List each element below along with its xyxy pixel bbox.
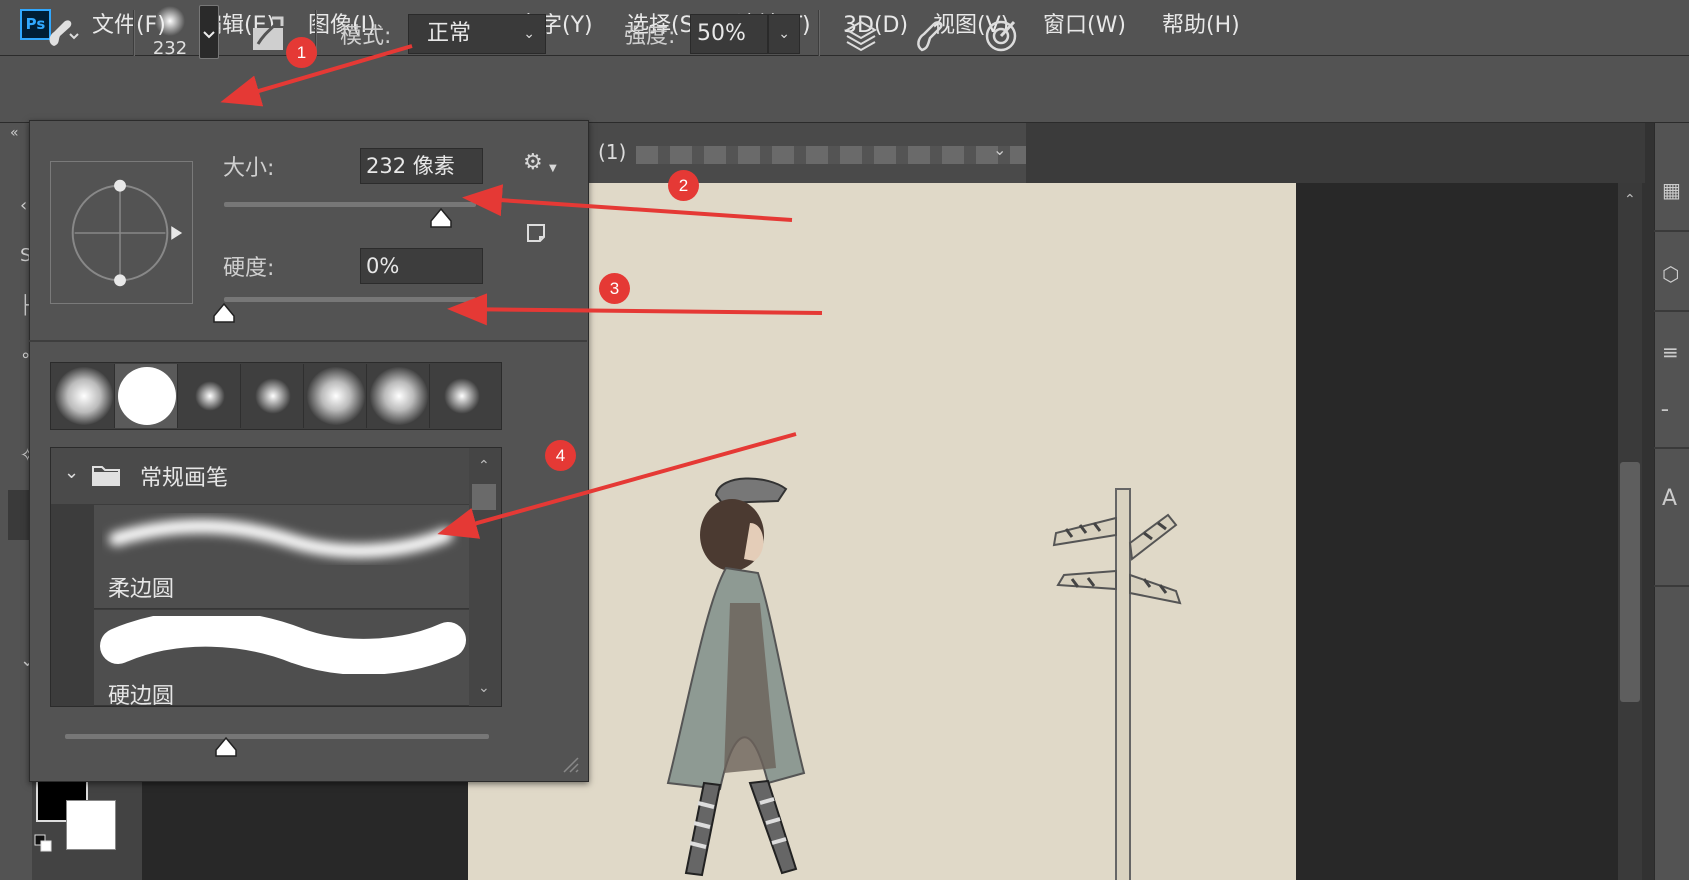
strength-label: 强度: xyxy=(624,24,676,49)
options-bar xyxy=(0,56,1689,123)
scroll-up-icon[interactable]: ⌃ xyxy=(1624,192,1636,208)
separator xyxy=(133,10,135,56)
annotation-badge-3: 3 xyxy=(599,273,630,304)
brush-folder-name: 常规画笔 xyxy=(140,466,229,491)
preview-size-slider-thumb[interactable] xyxy=(214,736,238,758)
chevron-down-icon[interactable]: ⌄ xyxy=(64,462,79,483)
resize-grip-icon[interactable] xyxy=(558,752,580,774)
hardness-slider-thumb[interactable] xyxy=(212,302,236,324)
recent-brush-7[interactable] xyxy=(430,364,493,428)
hardness-slider-track[interactable] xyxy=(224,297,476,302)
mode-label: 模式: xyxy=(340,24,392,49)
separator xyxy=(1654,310,1689,312)
background-color-swatch[interactable] xyxy=(66,800,116,850)
walking-girl-illustration xyxy=(666,477,806,877)
scrollbar-thumb[interactable] xyxy=(472,484,496,510)
brush-settings-panel-icon[interactable]: ╴ xyxy=(1662,398,1674,422)
tool-move-icon[interactable]: ‹ xyxy=(20,195,27,216)
scroll-down-icon[interactable]: ⌄ xyxy=(478,680,490,696)
recent-brush-3[interactable] xyxy=(178,364,241,428)
recent-brush-4[interactable] xyxy=(241,364,304,428)
signpost-illustration xyxy=(1052,488,1182,880)
brush-name: 硬边圆 xyxy=(108,684,175,709)
folder-icon xyxy=(92,466,120,486)
recent-brush-2[interactable] xyxy=(115,364,178,428)
mode-value: 正常 xyxy=(427,21,472,46)
brush-item-hard-round[interactable]: 硬边圆 xyxy=(94,610,469,709)
3d-panel-icon[interactable]: ⬡ xyxy=(1662,262,1679,286)
panel-divider xyxy=(29,340,587,342)
separator xyxy=(1654,230,1689,232)
recent-brush-5[interactable] xyxy=(304,364,367,428)
size-input[interactable]: 232 像素 xyxy=(360,148,483,184)
recent-brush-6[interactable] xyxy=(367,364,430,428)
annotation-badge-4: 4 xyxy=(545,440,576,471)
brush-item-soft-round[interactable]: 柔边圆 xyxy=(94,505,469,609)
strength-input[interactable]: 50% xyxy=(690,14,768,54)
hardness-value: 0% xyxy=(366,254,400,278)
close-tab-icon[interactable]: ⌄ xyxy=(993,140,1006,159)
size-slider-thumb[interactable] xyxy=(429,207,453,229)
brush-size-label[interactable]: 232 xyxy=(140,38,200,59)
chevron-down-icon: ▼ xyxy=(549,163,557,174)
menu-window[interactable]: 窗口(W) xyxy=(1043,0,1126,55)
brush-preview-icon[interactable] xyxy=(150,6,190,36)
chevron-down-icon: ⌄ xyxy=(523,26,535,42)
document-tab-title: (1) xyxy=(598,140,627,164)
scrollbar-thumb[interactable] xyxy=(1620,462,1640,702)
separator xyxy=(818,10,820,56)
collapse-panel-icon[interactable]: « xyxy=(10,125,19,141)
size-label: 大小: xyxy=(223,156,275,181)
annotation-badge-1: 1 xyxy=(286,37,317,68)
sample-all-layers-icon[interactable] xyxy=(843,18,879,54)
document-canvas[interactable] xyxy=(468,183,1296,880)
menu-help[interactable]: 帮助(H) xyxy=(1162,0,1240,55)
list-panel-icon[interactable]: ≡ xyxy=(1662,340,1679,364)
soft-brush-stroke-preview xyxy=(109,519,453,558)
recent-brushes-strip xyxy=(50,362,502,430)
scroll-up-icon[interactable]: ⌃ xyxy=(478,458,490,474)
brush-name: 柔边圆 xyxy=(108,577,175,602)
properties-panel-icon[interactable]: ▦ xyxy=(1662,178,1681,202)
hardness-label: 硬度: xyxy=(223,256,275,281)
pressure-icon[interactable] xyxy=(984,16,1020,54)
gear-icon[interactable]: ⚙ xyxy=(523,150,543,175)
toggle-brush-settings-icon[interactable] xyxy=(250,16,286,52)
annotation-badge-2: 2 xyxy=(668,170,699,201)
chevron-down-icon: ⌄ xyxy=(778,26,790,42)
brush-angle-roundness-widget[interactable] xyxy=(50,161,193,304)
separator xyxy=(1654,585,1689,587)
brush-preset-dropdown-button[interactable] xyxy=(199,5,219,59)
smudge-brush-tool-icon[interactable] xyxy=(40,16,80,52)
hardness-input[interactable]: 0% xyxy=(360,248,483,284)
mode-select[interactable]: 正常 ⌄ xyxy=(408,14,546,54)
strength-value: 50% xyxy=(697,21,746,46)
size-value: 232 像素 xyxy=(366,154,455,178)
strength-dropdown-button[interactable]: ⌄ xyxy=(768,14,800,54)
preview-size-slider-track[interactable] xyxy=(65,734,489,739)
default-colors-icon[interactable] xyxy=(34,834,52,852)
artwork-illustration xyxy=(666,477,1182,880)
new-preset-icon[interactable] xyxy=(526,223,546,243)
hard-brush-stroke-preview xyxy=(100,616,466,674)
separator xyxy=(1654,447,1689,449)
document-tab-name-blurred xyxy=(636,146,1026,164)
character-panel-icon[interactable]: A xyxy=(1662,486,1677,511)
recent-brush-1[interactable] xyxy=(52,364,115,428)
chevron-down-icon xyxy=(203,31,215,39)
finger-painting-icon[interactable] xyxy=(912,16,948,54)
